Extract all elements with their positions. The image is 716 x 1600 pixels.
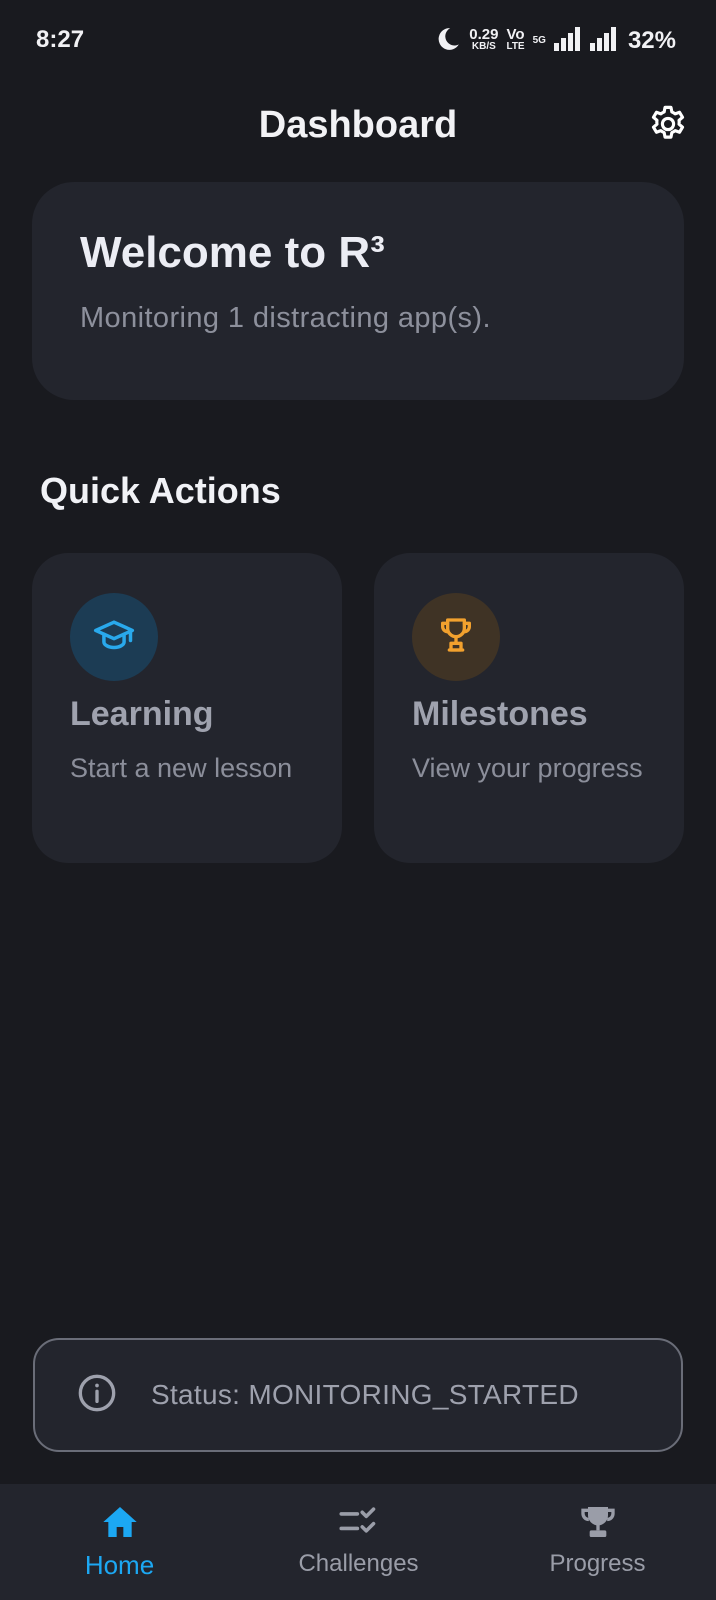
trophy-icon: [578, 1502, 618, 1547]
home-icon: [100, 1502, 140, 1547]
status-banner: Status: MONITORING_STARTED: [33, 1338, 683, 1452]
learning-icon-badge: [70, 593, 158, 681]
network-speed: 0.29 KB/S: [469, 26, 499, 52]
milestones-icon-badge: [412, 593, 500, 681]
graduation-cap-icon: [92, 613, 136, 662]
welcome-card: Welcome to R³ Monitoring 1 distracting a…: [32, 182, 684, 400]
milestones-card[interactable]: Milestones View your progress: [374, 553, 684, 863]
milestones-subtitle: View your progress: [412, 753, 643, 783]
signal-icon: [589, 26, 618, 56]
page-title: Dashboard: [258, 104, 458, 146]
welcome-title: Welcome to R³: [80, 228, 385, 277]
status-text: Status: MONITORING_STARTED: [151, 1379, 579, 1410]
nav-challenges[interactable]: Challenges: [239, 1484, 478, 1600]
status-time: 8:27: [36, 26, 85, 53]
nav-progress[interactable]: Progress: [478, 1484, 716, 1600]
info-icon: [77, 1373, 117, 1418]
gear-icon: [647, 103, 689, 150]
signal-icon: [553, 26, 582, 56]
checklist-icon: [338, 1502, 380, 1547]
bottom-navigation: Home Challenges Progress: [0, 1484, 716, 1600]
learning-card[interactable]: Learning Start a new lesson: [32, 553, 342, 863]
nav-home-label: Home: [84, 1550, 155, 1580]
battery-level: 32%: [627, 27, 676, 54]
learning-subtitle: Start a new lesson: [70, 753, 293, 783]
nav-challenges-label: Challenges: [298, 1550, 419, 1577]
moon-icon: [435, 26, 461, 57]
learning-title: Learning: [70, 695, 214, 733]
volte-indicator: Vo LTE: [506, 26, 525, 52]
milestones-title: Milestones: [412, 695, 588, 733]
network-type: 5G: [532, 35, 546, 46]
trophy-icon: [436, 615, 476, 660]
status-bar: 8:27 0.29 KB/S Vo LTE 5G 32%: [0, 0, 716, 84]
nav-home[interactable]: Home: [0, 1484, 239, 1600]
monitoring-summary: Monitoring 1 distracting app(s).: [80, 302, 491, 334]
nav-progress-label: Progress: [549, 1550, 646, 1577]
quick-actions-heading: Quick Actions: [40, 470, 281, 511]
status-icons: 0.29 KB/S Vo LTE 5G 32%: [435, 26, 676, 56]
settings-button[interactable]: [646, 104, 690, 148]
